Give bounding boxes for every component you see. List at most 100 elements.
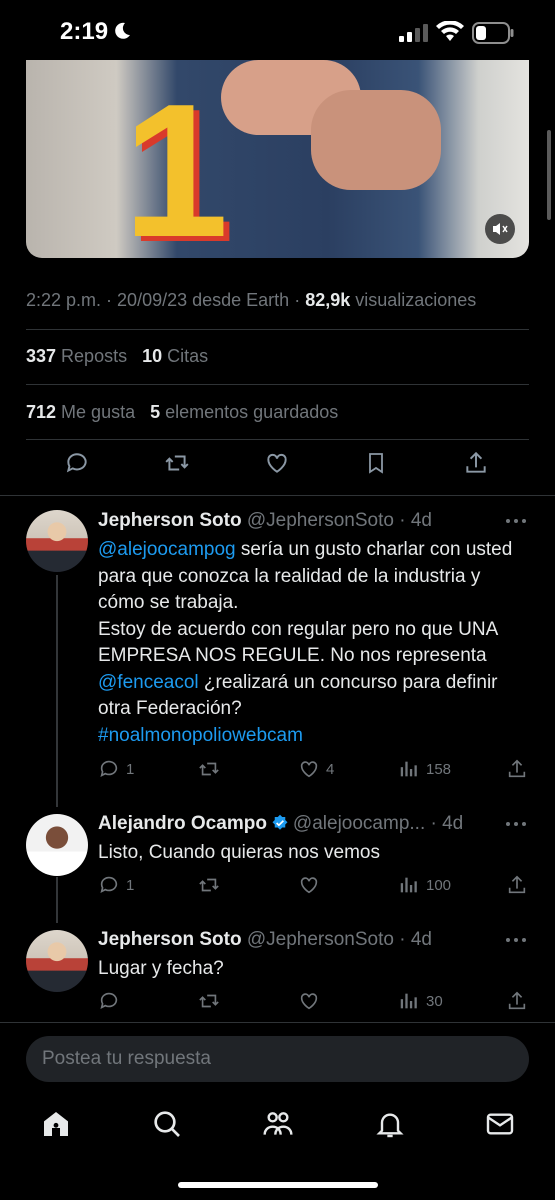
author-name[interactable]: Jepherson Soto <box>98 929 242 950</box>
share-icon <box>508 875 526 894</box>
reply-header: Jepherson Soto @JephersonSoto · 4d <box>98 510 432 532</box>
author-name[interactable]: Jepherson Soto <box>98 510 242 531</box>
share-button[interactable] <box>506 758 528 780</box>
like-icon <box>300 761 318 778</box>
status-time: 2:19 <box>60 18 109 45</box>
views-button[interactable]: 100 <box>398 874 451 896</box>
home-indicator[interactable] <box>178 1182 378 1188</box>
tweet-date[interactable]: 20/09/23 <box>117 290 187 310</box>
views-button[interactable]: 30 <box>398 990 443 1012</box>
like-button[interactable]: 4 <box>298 758 334 780</box>
repost-icon <box>199 878 219 892</box>
likes-bookmarks-row: 712 Me gusta 5 elementos guardados <box>26 402 338 423</box>
meta-separator: · <box>101 290 118 310</box>
reply-icon <box>100 760 118 777</box>
reposts-label: Reposts <box>56 346 128 366</box>
views-label: visualizaciones <box>350 290 477 310</box>
reply-button[interactable] <box>98 990 126 1012</box>
reply-button[interactable]: 1 <box>98 874 134 896</box>
reply-count: 1 <box>126 760 135 778</box>
like-button[interactable] <box>298 874 326 896</box>
thread-line <box>56 877 58 923</box>
share-button[interactable] <box>461 448 491 478</box>
like-count: 4 <box>326 760 335 778</box>
video-overlay-digit: 1 1 <box>123 76 235 256</box>
reposts-link[interactable]: 337 Reposts <box>26 346 127 366</box>
reply-composer[interactable] <box>26 1036 529 1082</box>
avatar[interactable] <box>26 510 88 572</box>
reply-count: 1 <box>126 876 135 894</box>
author-handle[interactable]: @JephersonSoto <box>247 929 394 950</box>
author-handle[interactable]: @JephersonSoto <box>247 510 394 531</box>
tweet-meta: 2:22 p.m. · 20/09/23 desde Earth · 82,9k… <box>26 290 476 311</box>
quotes-label: Citas <box>162 346 209 366</box>
repost-button[interactable] <box>198 758 226 780</box>
more-icon[interactable] <box>505 516 527 526</box>
reply-input[interactable] <box>42 1048 512 1070</box>
bookmarks-count: 5 <box>150 402 161 422</box>
reply-text: @alejoocampog sería un gusto charlar con… <box>98 537 530 749</box>
views-count: 30 <box>426 992 443 1010</box>
home-icon[interactable] <box>40 1108 72 1140</box>
bookmarks-label: elementos guardados <box>160 402 339 422</box>
reply-time: · 4d <box>430 813 464 834</box>
repost-button[interactable] <box>198 874 226 896</box>
tweet-action-bar <box>26 448 529 488</box>
svg-text:1: 1 <box>123 76 229 256</box>
reply-button[interactable] <box>62 448 92 478</box>
divider <box>0 495 555 496</box>
bookmark-icon <box>369 453 383 474</box>
mention-link[interactable]: @alejoocampog <box>98 539 236 560</box>
like-button[interactable] <box>298 990 326 1012</box>
share-button[interactable] <box>506 990 528 1012</box>
more-icon[interactable] <box>505 819 527 829</box>
hashtag-link[interactable]: #noalmonopoliowebcam <box>98 725 303 746</box>
scrollbar[interactable] <box>547 130 551 220</box>
reply-button[interactable]: 1 <box>98 758 134 780</box>
repost-icon <box>199 994 219 1008</box>
tweet-video[interactable]: 1 1 <box>26 60 529 258</box>
messages-icon[interactable] <box>484 1108 516 1140</box>
views-button[interactable]: 158 <box>398 758 451 780</box>
reply-text-part: Estoy de acuerdo con regular pero no que… <box>98 618 498 667</box>
reply-actions: 1 4 158 <box>98 758 530 786</box>
like-button[interactable] <box>262 448 292 478</box>
battery-icon <box>472 22 514 44</box>
like-icon <box>267 453 287 473</box>
avatar[interactable] <box>26 814 88 876</box>
tweet-time[interactable]: 2:22 p.m. <box>26 290 101 310</box>
quotes-link[interactable]: 10 Citas <box>142 346 208 366</box>
reply-time: · 4d <box>399 510 432 531</box>
quotes-count: 10 <box>142 346 163 366</box>
author-handle[interactable]: @alejoocamp... <box>293 813 425 834</box>
share-button[interactable] <box>506 874 528 896</box>
views-icon <box>400 761 417 777</box>
repost-button[interactable] <box>198 990 226 1012</box>
repost-icon <box>199 762 219 776</box>
bookmarks-link[interactable]: 5 elementos guardados <box>150 402 338 422</box>
like-icon <box>300 993 318 1010</box>
reply-header: Alejandro Ocampo @alejoocamp... · 4d <box>98 813 463 835</box>
views-count: 158 <box>426 760 452 778</box>
tweet-source: desde Earth <box>187 290 290 310</box>
speaker-muted-icon <box>493 223 508 235</box>
reply-header: Jepherson Soto @JephersonSoto · 4d <box>98 929 432 951</box>
search-icon[interactable] <box>151 1108 183 1140</box>
likes-link[interactable]: 712 Me gusta <box>26 402 135 422</box>
notifications-icon[interactable] <box>374 1108 406 1140</box>
avatar[interactable] <box>26 930 88 992</box>
moon-icon <box>115 22 130 39</box>
more-icon[interactable] <box>505 935 527 945</box>
mute-button[interactable] <box>485 214 515 244</box>
views-count: 82,9k <box>305 290 351 310</box>
mention-link[interactable]: @fenceacol <box>98 672 199 693</box>
bottom-tab-bar <box>0 1096 555 1156</box>
verified-badge-icon <box>272 814 288 830</box>
repost-button[interactable] <box>162 448 192 478</box>
bookmark-button[interactable] <box>361 448 391 478</box>
share-icon <box>508 991 526 1010</box>
communities-icon[interactable] <box>262 1108 294 1140</box>
author-name[interactable]: Alejandro Ocampo <box>98 813 267 834</box>
signal-icon <box>399 24 428 42</box>
reposts-quotes-row: 337 Reposts 10 Citas <box>26 346 208 367</box>
